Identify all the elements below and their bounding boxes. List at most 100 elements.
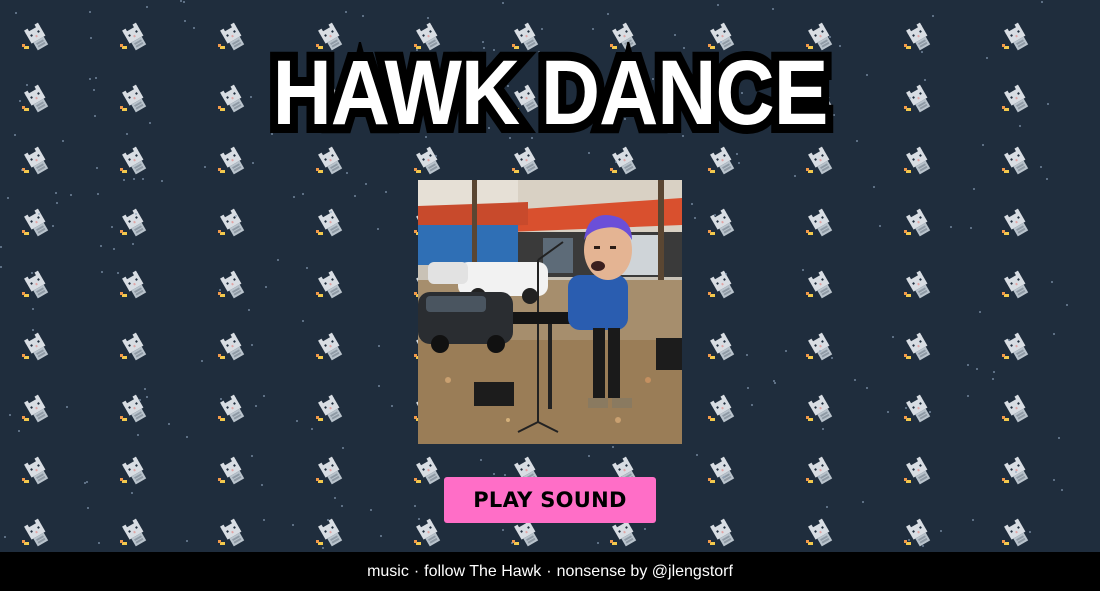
star-dot xyxy=(1051,281,1053,283)
star-dot xyxy=(612,446,614,448)
star-dot xyxy=(736,153,738,155)
star-dot xyxy=(265,286,267,288)
star-dot xyxy=(588,455,590,457)
star-dot xyxy=(588,152,590,154)
star-dot xyxy=(66,406,68,408)
star-dot xyxy=(774,382,776,384)
star-dot xyxy=(892,336,894,338)
star-dot xyxy=(541,28,543,30)
star-dot xyxy=(856,140,858,142)
star-dot xyxy=(302,193,304,195)
star-dot xyxy=(831,357,833,359)
star-dot xyxy=(98,542,100,544)
star-dot xyxy=(113,248,115,250)
star-dot xyxy=(592,28,594,30)
star-dot xyxy=(822,428,824,430)
cat-icon xyxy=(904,332,932,362)
star-dot xyxy=(193,27,195,29)
cat-icon xyxy=(316,518,344,548)
cat-icon xyxy=(708,208,736,238)
cat-icon xyxy=(120,518,148,548)
footer-link-follow-the-hawk[interactable]: follow The Hawk xyxy=(424,563,541,581)
star-dot xyxy=(84,482,86,484)
star-dot xyxy=(330,211,332,213)
star-dot xyxy=(504,474,506,476)
star-dot xyxy=(502,529,504,531)
footer-separator: · xyxy=(546,562,552,580)
star-dot xyxy=(87,507,89,509)
cat-icon xyxy=(512,146,540,176)
star-dot xyxy=(132,243,134,245)
star-dot xyxy=(161,180,163,182)
star-dot xyxy=(1066,304,1068,306)
star-dot xyxy=(932,15,934,17)
star-dot xyxy=(117,272,119,274)
cat-icon xyxy=(1002,270,1030,300)
star-dot xyxy=(529,169,531,171)
star-dot xyxy=(696,454,698,456)
star-dot xyxy=(111,226,113,228)
star-dot xyxy=(905,407,907,409)
star-dot xyxy=(502,2,504,4)
star-dot xyxy=(1058,437,1060,439)
cat-icon xyxy=(316,146,344,176)
cat-icon xyxy=(120,270,148,300)
star-dot xyxy=(802,269,804,271)
cat-icon xyxy=(22,456,50,486)
star-dot xyxy=(644,528,646,530)
cat-icon xyxy=(22,332,50,362)
star-dot xyxy=(1053,333,1055,335)
star-dot xyxy=(751,404,753,406)
star-dot xyxy=(263,395,265,397)
star-dot xyxy=(873,186,875,188)
star-dot xyxy=(435,155,437,157)
star-dot xyxy=(992,378,994,380)
star-dot xyxy=(377,228,379,230)
cat-icon xyxy=(218,518,246,548)
cat-icon xyxy=(22,394,50,424)
cat-icon xyxy=(708,332,736,362)
star-dot xyxy=(1015,471,1017,473)
star-dot xyxy=(180,0,182,2)
page-title: HAWK DANCE xyxy=(265,38,837,148)
star-dot xyxy=(21,169,23,171)
cat-icon xyxy=(610,146,638,176)
footer-link-credit[interactable]: nonsense by @jlengstorf xyxy=(557,563,733,581)
star-dot xyxy=(862,501,864,503)
star-dot xyxy=(378,385,380,387)
star-dot xyxy=(201,360,203,362)
star-dot xyxy=(1046,178,1048,180)
star-dot xyxy=(354,195,356,197)
star-dot xyxy=(137,434,139,436)
play-sound-button[interactable]: PLAY SOUND xyxy=(444,477,656,523)
cat-icon xyxy=(708,270,736,300)
cat-icon xyxy=(806,208,834,238)
star-dot xyxy=(255,405,257,407)
star-dot xyxy=(747,387,749,389)
star-dot xyxy=(9,414,11,416)
star-dot xyxy=(168,423,170,425)
footer-link-music[interactable]: music xyxy=(367,563,409,581)
star-dot xyxy=(908,539,910,541)
star-dot xyxy=(131,492,133,494)
star-dot xyxy=(493,473,495,475)
star-dot xyxy=(322,547,324,549)
star-dot xyxy=(146,396,148,398)
star-dot xyxy=(186,436,188,438)
cat-icon xyxy=(904,270,932,300)
star-dot xyxy=(839,45,841,47)
star-dot xyxy=(32,329,34,331)
star-dot xyxy=(251,455,253,457)
cat-icon xyxy=(120,208,148,238)
cat-icon xyxy=(708,146,736,176)
star-dot xyxy=(32,308,34,310)
star-dot xyxy=(615,161,617,163)
cat-icon xyxy=(1002,456,1030,486)
star-dot xyxy=(1040,166,1042,168)
star-dot xyxy=(380,535,382,537)
star-dot xyxy=(345,11,347,13)
cat-icon xyxy=(806,270,834,300)
star-dot xyxy=(818,476,820,478)
star-dot xyxy=(967,395,969,397)
cat-icon xyxy=(316,270,344,300)
